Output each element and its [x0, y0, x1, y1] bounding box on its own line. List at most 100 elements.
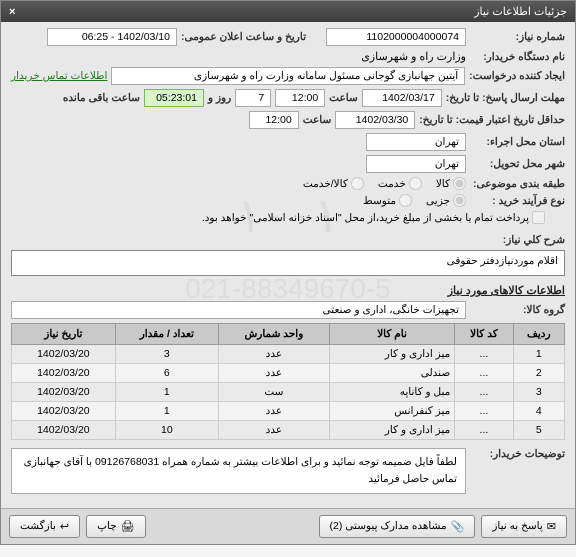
deliver-loc-label: شهر محل تحویل: [470, 158, 565, 170]
print-button[interactable]: 🖨چاپ [86, 515, 146, 538]
cell-name: میز اداری و کار [329, 345, 454, 364]
cell-date: 1402/03/20 [12, 421, 116, 440]
cell-n: 4 [513, 402, 564, 421]
th-qty: تعداد / مقدار [115, 324, 218, 345]
creator-label: ایجاد کننده درخواست: [469, 70, 565, 82]
cell-date: 1402/03/20 [12, 345, 116, 364]
th-index: ردیف [513, 324, 564, 345]
buyer-label: نام دستگاه خریدار: [470, 51, 565, 63]
payment-note: پرداخت تمام یا بخشی از مبلغ خرید،از محل … [202, 212, 529, 224]
category-label: طبقه بندی موضوعی: [470, 178, 565, 190]
remain-label: ساعت باقی مانده [63, 92, 140, 104]
th-unit: واحد شمارش [218, 324, 329, 345]
cell-unit: ست [218, 383, 329, 402]
cell-code: ... [455, 383, 513, 402]
cell-code: ... [455, 364, 513, 383]
table-row[interactable]: 1...میز اداری و کارعدد31402/03/20 [12, 345, 565, 364]
contact-link[interactable]: اطلاعات تماس خریدار [11, 70, 107, 82]
cell-qty: 6 [115, 364, 218, 383]
attachment-icon: 📎 [451, 520, 465, 533]
payment-checkbox[interactable]: پرداخت تمام یا بخشی از مبلغ خرید،از محل … [202, 211, 545, 224]
deadline-time: 12:00 [275, 89, 325, 107]
titlebar: جزئیات اطلاعات نیاز × [1, 1, 575, 22]
need-no-label: شماره نیاز: [470, 31, 565, 43]
process-label: نوع فرآیند خرید : [470, 195, 565, 207]
days-value: 7 [235, 89, 271, 107]
creator-value: آیتین جهانبازی گوجانی مسئول سامانه وزارت… [111, 67, 465, 85]
cell-unit: عدد [218, 402, 329, 421]
days-label: روز و [208, 92, 231, 104]
radio-small[interactable]: جزیی [426, 194, 466, 207]
back-icon: ↩ [60, 520, 69, 533]
content-area: ۱۰۰۱ 021-88349670-5 شماره نیاز: 11020000… [1, 22, 575, 508]
details-window: جزئیات اطلاعات نیاز × ۱۰۰۱ 021-88349670-… [0, 0, 576, 545]
cell-date: 1402/03/20 [12, 383, 116, 402]
cell-name: میز اداری و کار [329, 421, 454, 440]
buyer-notes-label: توضیحات خریدار: [470, 448, 565, 460]
cell-name: صندلی [329, 364, 454, 383]
cell-qty: 3 [115, 345, 218, 364]
validity-time: 12:00 [249, 111, 299, 129]
time-label-2: ساعت [303, 114, 332, 126]
cell-n: 5 [513, 421, 564, 440]
group-label: گروه کالا: [470, 304, 565, 316]
goods-section-title: اطلاعات کالاهای مورد نیاز [11, 284, 565, 297]
desc-title-label: شرح کلي نياز: [470, 234, 565, 246]
cell-code: ... [455, 402, 513, 421]
process-radios: جزیی متوسط [363, 194, 466, 207]
cell-code: ... [455, 345, 513, 364]
time-label-1: ساعت [329, 92, 358, 104]
exec-loc-value: تهران [366, 133, 466, 151]
reply-icon: ✉ [547, 520, 556, 533]
th-date: تاریخ نیاز [12, 324, 116, 345]
buyer-value: وزارت راه و شهرسازی [361, 50, 466, 63]
th-name: نام کالا [329, 324, 454, 345]
cell-date: 1402/03/20 [12, 402, 116, 421]
table-row[interactable]: 4...میز کنفرانسعدد11402/03/20 [12, 402, 565, 421]
desc-box: اقلام موردنیازدفتر حقوقی [11, 250, 565, 276]
cell-unit: عدد [218, 421, 329, 440]
remaining-time: 05:23:01 [144, 89, 204, 107]
table-row[interactable]: 5...میز اداری و کارعدد101402/03/20 [12, 421, 565, 440]
table-row[interactable]: 3...مبل و کاناپهست11402/03/20 [12, 383, 565, 402]
cell-qty: 1 [115, 402, 218, 421]
radio-goods[interactable]: کالا [436, 177, 466, 190]
category-radios: کالا خدمت کالا/خدمت [303, 177, 466, 190]
cell-date: 1402/03/20 [12, 364, 116, 383]
deadline-date: 1402/03/17 [362, 89, 442, 107]
cell-unit: عدد [218, 364, 329, 383]
reply-button[interactable]: ✉پاسخ به نیاز [481, 515, 567, 538]
window-title: جزئیات اطلاعات نیاز [474, 5, 567, 18]
validity-date: 1402/03/30 [335, 111, 415, 129]
announce-value: 1402/03/10 - 06:25 [47, 28, 177, 46]
need-no-value: 1102000004000074 [326, 28, 466, 46]
footer-bar: ✉پاسخ به نیاز 📎مشاهده مدارک پیوستی (2) 🖨… [1, 508, 575, 544]
validity-label: حداقل تاریخ اعتبار قیمت: تا تاریخ: [419, 114, 565, 126]
deadline-label: مهلت ارسال پاسخ: تا تاریخ: [446, 92, 565, 104]
print-icon: 🖨 [121, 520, 135, 533]
exec-loc-label: استان محل اجراء: [470, 136, 565, 148]
cell-name: مبل و کاناپه [329, 383, 454, 402]
th-code: کد کالا [455, 324, 513, 345]
radio-service[interactable]: خدمت [378, 177, 422, 190]
group-value: تجهیزات خانگی، اداری و صنعتی [11, 301, 466, 319]
attachments-button[interactable]: 📎مشاهده مدارک پیوستی (2) [319, 515, 476, 538]
buyer-notes: لطفاً فایل ضمیمه توجه نمائید و برای اطلا… [11, 448, 466, 494]
cell-name: میز کنفرانس [329, 402, 454, 421]
cell-n: 2 [513, 364, 564, 383]
cell-unit: عدد [218, 345, 329, 364]
items-table: ردیف کد کالا نام کالا واحد شمارش تعداد /… [11, 323, 565, 440]
table-row[interactable]: 2...صندلیعدد61402/03/20 [12, 364, 565, 383]
cell-qty: 1 [115, 383, 218, 402]
table-header-row: ردیف کد کالا نام کالا واحد شمارش تعداد /… [12, 324, 565, 345]
radio-medium[interactable]: متوسط [363, 194, 412, 207]
cell-n: 3 [513, 383, 564, 402]
announce-label: تاریخ و ساعت اعلان عمومی: [181, 31, 306, 43]
cell-n: 1 [513, 345, 564, 364]
deliver-loc-value: تهران [366, 155, 466, 173]
radio-goods-service[interactable]: کالا/خدمت [303, 177, 364, 190]
back-button[interactable]: ↩بازگشت [9, 515, 80, 538]
cell-code: ... [455, 421, 513, 440]
cell-qty: 10 [115, 421, 218, 440]
close-icon[interactable]: × [9, 6, 15, 18]
